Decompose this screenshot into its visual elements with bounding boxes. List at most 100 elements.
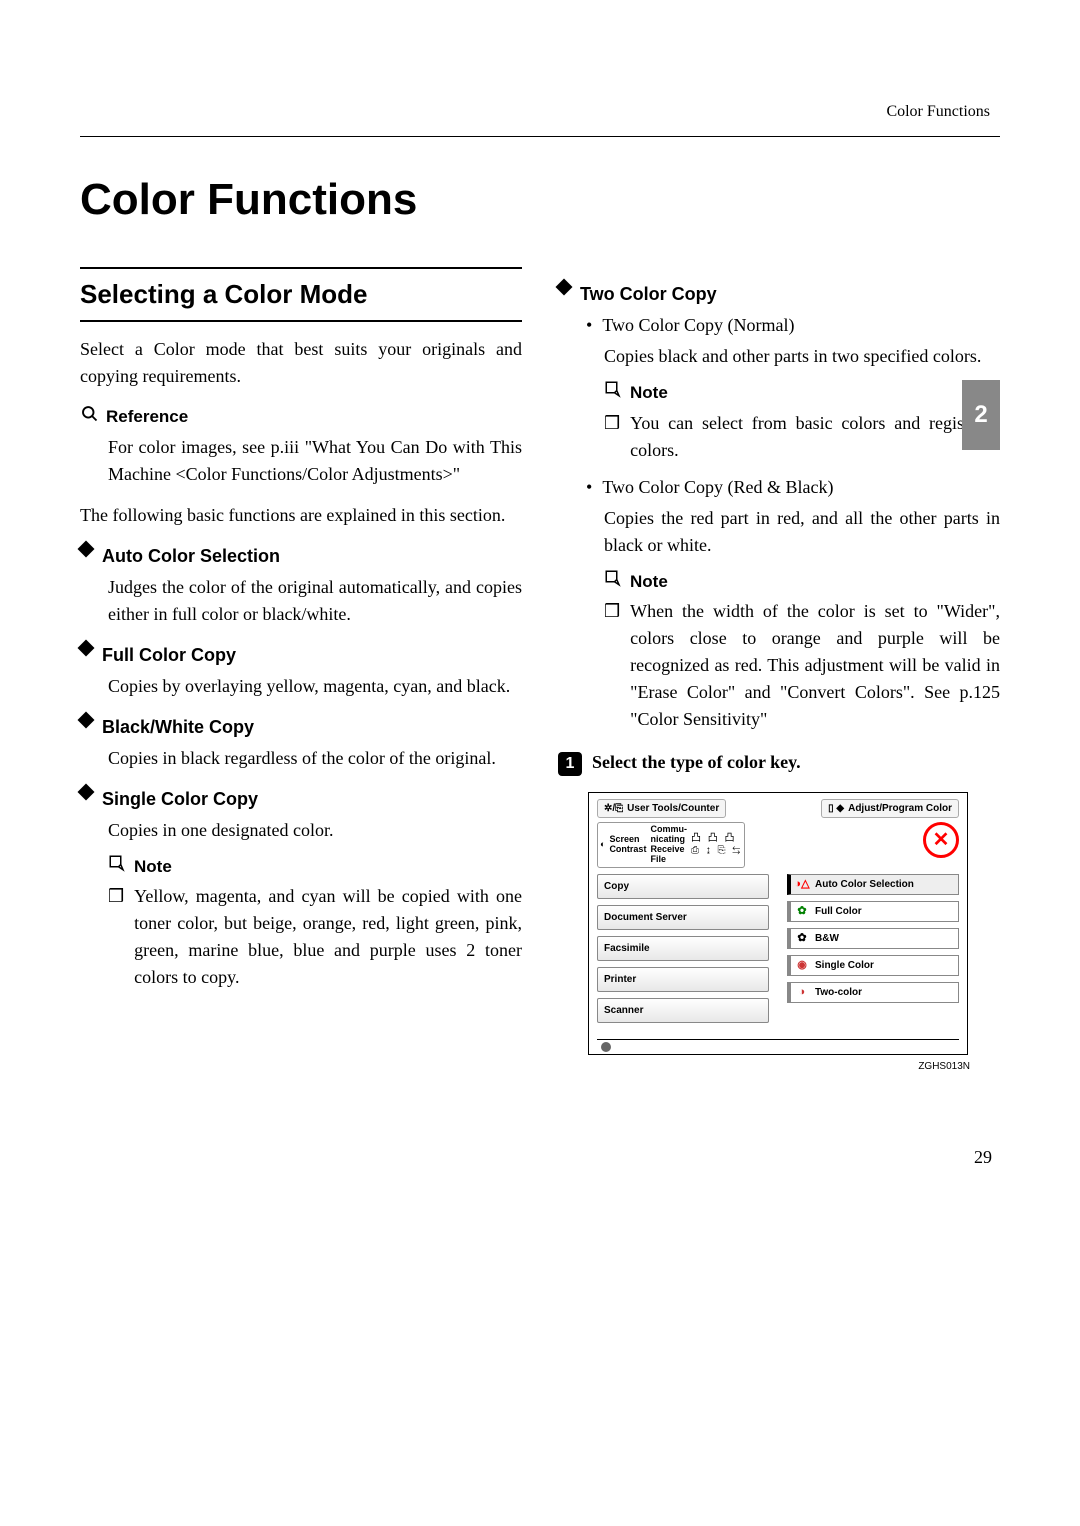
receive-label: Receive File	[650, 845, 687, 865]
selecting-color-mode-heading: Selecting a Color Mode	[80, 267, 522, 322]
diamond-icon	[556, 279, 573, 296]
page-number: 29	[80, 1144, 992, 1171]
note-bullet-icon: ❒	[108, 883, 124, 991]
single-note-body: ❒ Yellow, magenta, and cyan will be copi…	[80, 883, 522, 991]
reference-heading: Reference	[80, 404, 522, 430]
contrast-icon: ◐	[600, 838, 605, 852]
note-bullet-icon: ❒	[604, 410, 620, 464]
two-normal-body: Copies black and other parts in two spec…	[558, 343, 1000, 370]
two-color-title: Two Color Copy	[580, 281, 717, 308]
diamond-icon	[78, 639, 95, 656]
step-number-badge: 1	[558, 752, 582, 776]
full-color-title: Full Color Copy	[102, 642, 236, 669]
auto-color-head: Auto Color Selection	[80, 543, 522, 570]
user-tools-label: User Tools/Counter	[627, 801, 719, 816]
intro-paragraph: Select a Color mode that best suits your…	[80, 336, 522, 390]
gear-icon: ✲/⎘	[604, 801, 623, 816]
indicator-dot-icon	[601, 1042, 611, 1052]
two-redblack-bullet: • Two Color Copy (Red & Black)	[558, 474, 1000, 501]
note-icon	[604, 380, 622, 406]
screenshot-footer	[597, 1039, 959, 1054]
tab-fax[interactable]: Facsimile	[597, 936, 769, 961]
two-normal-note-head: Note	[604, 380, 1000, 406]
full-color-icon: ✿	[795, 904, 809, 918]
note-bullet-icon: ❒	[604, 598, 620, 733]
auto-color-body: Judges the color of the original automat…	[80, 574, 522, 628]
tab-printer[interactable]: Printer	[597, 967, 769, 992]
two-normal-bullet: • Two Color Copy (Normal)	[558, 312, 1000, 339]
diamond-icon	[78, 540, 95, 557]
two-redblack-note-body: ❒ When the width of the color is set to …	[604, 598, 1000, 733]
opt-full-color[interactable]: ✿ Full Color	[787, 901, 959, 922]
two-redblack-note-label: Note	[630, 569, 668, 595]
intro2-paragraph: The following basic functions are explai…	[80, 502, 522, 529]
opt-two[interactable]: ◑ Two-color	[787, 982, 959, 1003]
stop-button[interactable]: ✕	[923, 822, 959, 858]
bullet-icon: •	[586, 474, 592, 501]
right-column: Two Color Copy •Two Color Copy (Normal) …	[558, 267, 1000, 1074]
auto-color-title: Auto Color Selection	[102, 543, 280, 570]
stop-x-icon: ✕	[933, 825, 950, 855]
status-small-icons: 凸 凸 凸⎙ ↨ ⎘ ⇆	[691, 833, 742, 857]
full-color-body: Copies by overlaying yellow, magenta, cy…	[80, 673, 522, 700]
opt-bw-label: B&W	[815, 931, 839, 946]
tab-scanner[interactable]: Scanner	[597, 998, 769, 1023]
status-panel: ◐ Screen Contrast Commu- nicating Receiv…	[597, 822, 745, 868]
document-icon: ▯ ◆	[828, 801, 844, 816]
opt-single[interactable]: ◉ Single Color	[787, 955, 959, 976]
two-color-head: Two Color Copy	[558, 281, 1000, 308]
auto-color-icon: ◑△	[795, 877, 809, 891]
two-redblack-body: Copies the red part in red, and all the …	[558, 505, 1000, 559]
adjust-program-label: Adjust/Program Color	[848, 801, 952, 816]
reference-icon	[80, 404, 98, 430]
tab-docserver[interactable]: Document Server	[597, 905, 769, 930]
page-title: Color Functions	[80, 167, 1000, 233]
single-note-label: Note	[134, 854, 172, 880]
single-body: Copies in one designated color.	[80, 817, 522, 844]
opt-auto-color[interactable]: ◑△ Auto Color Selection	[787, 874, 959, 895]
commu-label: Commu- nicating	[650, 825, 687, 845]
screenshot-caption: ZGHS013N	[558, 1059, 970, 1074]
user-tools-button[interactable]: ✲/⎘ User Tools/Counter	[597, 799, 726, 818]
left-column: Selecting a Color Mode Select a Color mo…	[80, 267, 522, 1074]
single-note-text: Yellow, magenta, and cyan will be copied…	[134, 883, 522, 991]
section-tab-2: 2	[962, 380, 1000, 450]
reference-label: Reference	[106, 404, 188, 430]
opt-two-label: Two-color	[815, 985, 862, 1000]
step-text: Select the type of color key.	[592, 749, 801, 776]
reference-body: For color images, see p.iii "What You Ca…	[80, 434, 522, 488]
two-redblack-note-head: Note	[604, 569, 1000, 595]
step-1: 1 Select the type of color key.	[558, 749, 1000, 776]
two-normal-label: Two Color Copy (Normal)	[602, 312, 794, 339]
two-normal-note-body: ❒ You can select from basic colors and r…	[604, 410, 1000, 464]
diamond-icon	[78, 783, 95, 800]
adjust-program-button[interactable]: ▯ ◆ Adjust/Program Color	[821, 799, 959, 818]
full-color-head: Full Color Copy	[80, 642, 522, 669]
note-icon	[604, 569, 622, 595]
bw-head: Black/White Copy	[80, 714, 522, 741]
tab-copy[interactable]: Copy	[597, 874, 769, 899]
bw-body: Copies in black regardless of the color …	[80, 745, 522, 772]
two-color-icon: ◑	[795, 985, 809, 999]
page-header-label: Color Functions	[80, 100, 1000, 124]
single-head: Single Color Copy	[80, 786, 522, 813]
contrast-label: Contrast	[609, 845, 646, 855]
control-panel-screenshot: ✲/⎘ User Tools/Counter ▯ ◆ Adjust/Progra…	[588, 792, 968, 1055]
two-normal-note-text: You can select from basic colors and reg…	[630, 410, 1000, 464]
two-normal-note-label: Note	[630, 380, 668, 406]
single-title: Single Color Copy	[102, 786, 258, 813]
two-redblack-note-text: When the width of the color is set to "W…	[630, 598, 1000, 733]
two-redblack-label: Two Color Copy (Red & Black)	[602, 474, 833, 501]
note-icon	[108, 854, 126, 880]
single-color-icon: ◉	[795, 958, 809, 972]
diamond-icon	[78, 711, 95, 728]
bullet-icon: •	[586, 312, 592, 339]
single-note-head: Note	[108, 854, 522, 880]
header-rule	[80, 136, 1000, 137]
opt-full-label: Full Color	[815, 904, 862, 919]
opt-single-label: Single Color	[815, 958, 874, 973]
bw-title: Black/White Copy	[102, 714, 254, 741]
bw-icon: ✿	[795, 931, 809, 945]
opt-bw[interactable]: ✿ B&W	[787, 928, 959, 949]
opt-auto-label: Auto Color Selection	[815, 877, 914, 892]
